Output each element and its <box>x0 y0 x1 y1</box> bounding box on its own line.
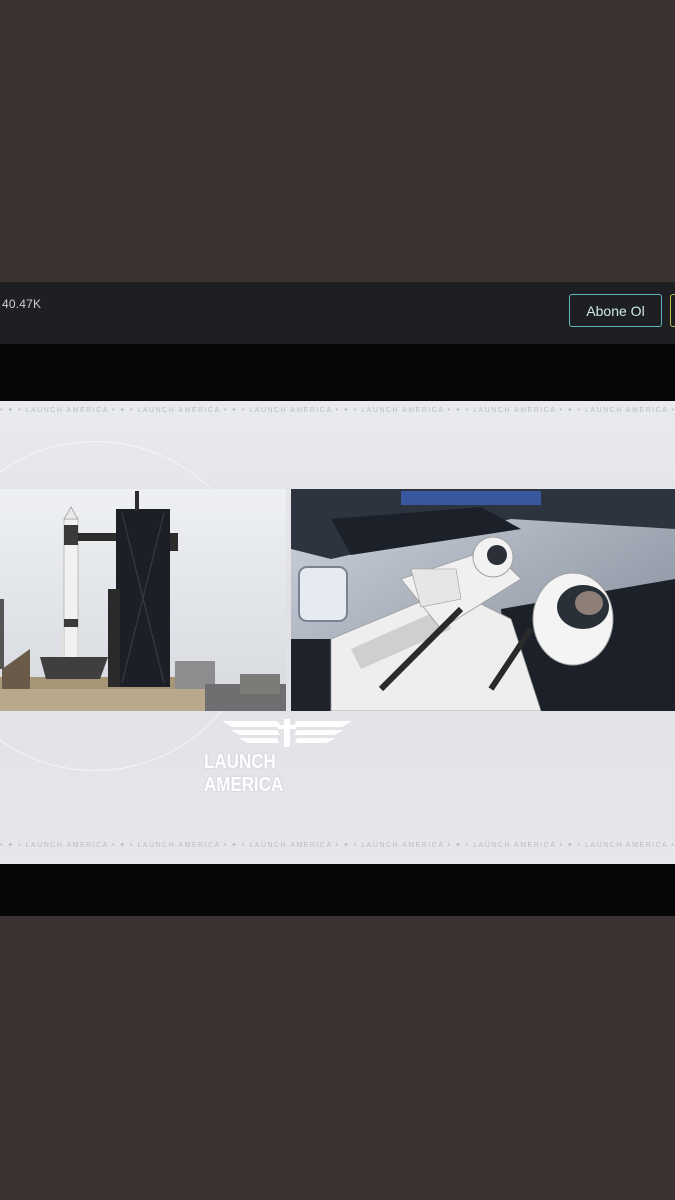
channel-bar: 40.47K Abone Ol <box>0 282 675 344</box>
left-feed-launch-pad <box>0 489 286 711</box>
top-background <box>0 0 675 282</box>
subscribe-button[interactable]: Abone Ol <box>569 294 662 327</box>
launch-america-logo: LAUNCH AMERICA <box>200 719 380 796</box>
ticker-bottom: • ✦ • LAUNCH AMERICA • ✦ • LAUNCH AMERIC… <box>0 842 675 849</box>
crew-cabin-image <box>291 489 675 711</box>
viewer-count: 40.47K <box>2 297 42 311</box>
video-player[interactable]: • ✦ • LAUNCH AMERICA • ✦ • LAUNCH AMERIC… <box>0 344 675 916</box>
logo-text: LAUNCH AMERICA <box>204 751 284 796</box>
right-feed-crew-cabin <box>291 489 675 711</box>
broadcast-frame: • ✦ • LAUNCH AMERICA • ✦ • LAUNCH AMERIC… <box>0 401 675 864</box>
bottom-background <box>0 916 675 1200</box>
ticker-top: • ✦ • LAUNCH AMERICA • ✦ • LAUNCH AMERIC… <box>0 407 675 414</box>
launch-pad-image <box>0 489 286 711</box>
cut-off-button[interactable] <box>670 294 675 327</box>
eagle-wings-icon <box>222 719 352 747</box>
